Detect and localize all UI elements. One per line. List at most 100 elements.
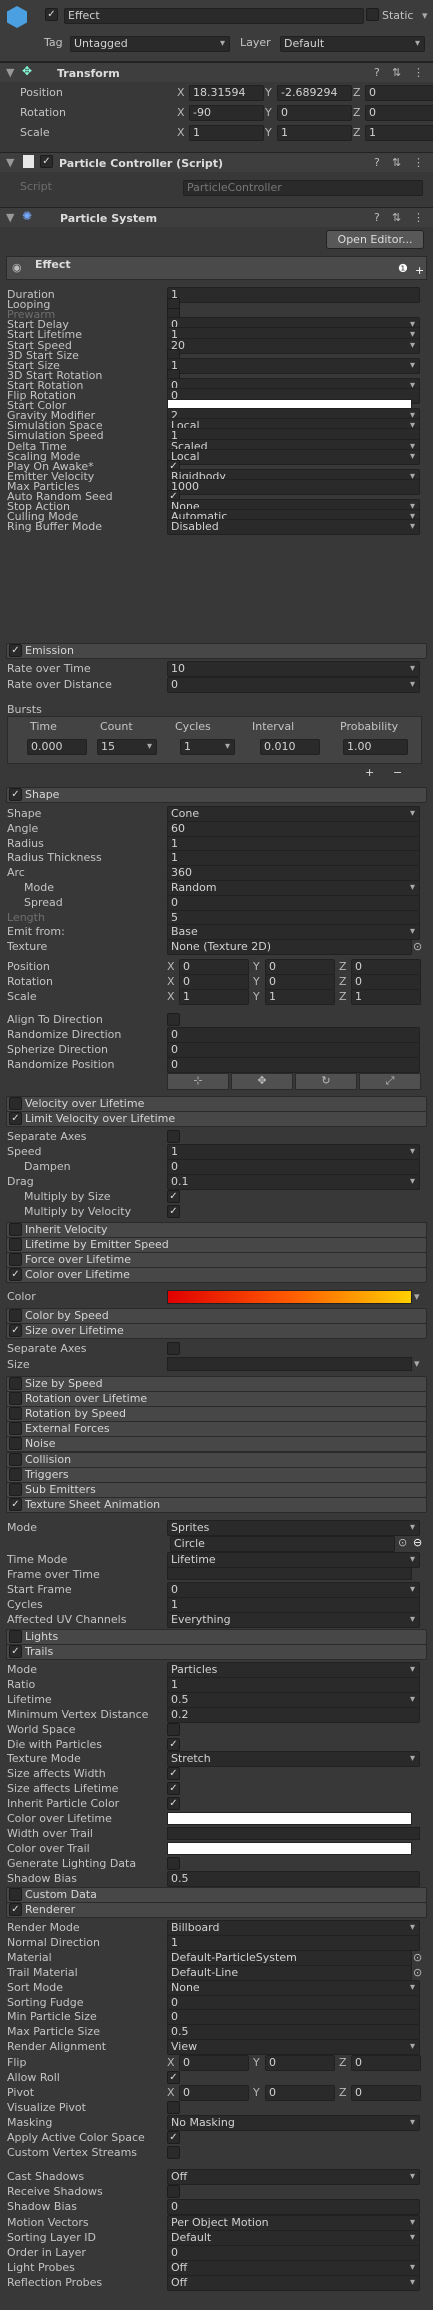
preset-icon[interactable]: ⇅ (392, 156, 401, 169)
cycles-field[interactable]: 1 (167, 1597, 420, 1613)
rate-over-time-field[interactable]: 10 (167, 661, 420, 677)
scale-z[interactable]: 1 (365, 125, 433, 141)
masking-dropdown[interactable]: No Masking (167, 2115, 420, 2131)
randomize-direction-field[interactable]: 0 (167, 1027, 420, 1043)
value-field[interactable]: 1000 (167, 478, 420, 495)
module-header[interactable] (6, 1466, 427, 1483)
speed-field[interactable]: 1 (167, 1144, 420, 1160)
module-toggle[interactable] (9, 1452, 22, 1466)
value-dropdown[interactable]: Disabled (167, 519, 420, 536)
curve-dropdown-icon[interactable]: ▾ (414, 1357, 420, 1370)
module-toggle[interactable]: ✓ (9, 1112, 22, 1125)
value-dropdown[interactable]: Particles (167, 1662, 420, 1678)
module-toggle[interactable] (9, 1223, 22, 1236)
context-menu-icon[interactable]: ⋮ (413, 66, 424, 79)
help-icon[interactable]: ? (374, 66, 380, 79)
separate-axes-checkbox[interactable] (167, 1342, 180, 1355)
object-picker-icon[interactable]: ⊙ (413, 1951, 422, 1964)
value-dropdown[interactable]: Off (167, 2275, 420, 2292)
checkbox[interactable]: ✓ (167, 1782, 180, 1796)
object-picker-icon[interactable]: ⊙ (413, 1966, 422, 1979)
value-dropdown[interactable]: 1 (167, 357, 420, 374)
foldout-arrow-icon[interactable]: ▼ (6, 211, 14, 224)
module-toggle[interactable]: ✓ (9, 788, 22, 801)
module-toggle[interactable] (9, 1377, 22, 1390)
drag-field[interactable]: 0.1 (167, 1174, 420, 1190)
shape-position-y[interactable]: 0 (265, 959, 335, 975)
active-checkbox[interactable]: ✓ (45, 8, 58, 21)
component-enabled-checkbox[interactable]: ✓ (40, 155, 53, 168)
curve-field[interactable] (167, 1826, 420, 1840)
position-x[interactable]: 18.31594 (189, 85, 264, 101)
checkbox[interactable]: ✓ (167, 1737, 180, 1751)
module-toggle[interactable]: ✓ (9, 644, 22, 657)
checkbox[interactable]: ✓ (167, 1797, 180, 1811)
align-to-direction-checkbox[interactable] (167, 1013, 180, 1026)
static-dropdown-icon[interactable]: ▾ (422, 9, 428, 22)
help-icon[interactable]: ? (374, 156, 380, 169)
value-dropdown[interactable]: Cone (167, 806, 420, 822)
size-curve-field[interactable] (167, 1357, 412, 1371)
preset-icon[interactable]: ⇅ (392, 211, 401, 224)
value-field[interactable]: 0.5 (167, 1870, 420, 1887)
transform-tool-icon[interactable]: ✥ (231, 1073, 293, 1090)
scale-tool-icon[interactable]: ⤢ (359, 1073, 421, 1090)
value-dropdown[interactable]: None (167, 1979, 420, 1996)
module-toggle[interactable] (9, 1238, 22, 1251)
value-field[interactable]: 1 (167, 850, 420, 867)
context-menu-icon[interactable]: ⋮ (413, 156, 424, 169)
shape-scale-x[interactable]: 1 (179, 989, 249, 1005)
color-swatch[interactable] (167, 1841, 412, 1855)
value-field[interactable]: 360 (167, 865, 420, 882)
dampen-field[interactable]: 0 (167, 1159, 420, 1175)
value-dropdown[interactable]: Random (167, 880, 420, 896)
flip-x[interactable]: 0 (179, 2055, 249, 2071)
value-dropdown[interactable]: 0.5 (167, 1691, 420, 1708)
shape-scale-z[interactable]: 1 (351, 989, 421, 1005)
frame-curve-field[interactable] (167, 1567, 412, 1580)
value-dropdown[interactable]: Local (167, 448, 420, 465)
help-icon[interactable]: ? (374, 211, 380, 224)
spherize-direction-field[interactable]: 0 (167, 1042, 420, 1058)
value-field[interactable]: 0 (167, 2199, 420, 2216)
static-checkbox[interactable] (366, 8, 379, 21)
module-toggle[interactable] (9, 1467, 22, 1481)
object-field[interactable]: None (Texture 2D) (167, 939, 412, 956)
burst-cell[interactable]: 1.00 (343, 739, 408, 755)
apply-active-color-space-checkbox[interactable]: ✓ (167, 2131, 180, 2144)
module-toggle[interactable] (9, 1630, 22, 1643)
rate-over-distance-field[interactable]: 0 (167, 677, 420, 693)
module-toggle[interactable] (9, 1422, 22, 1436)
value-dropdown[interactable]: View (167, 2039, 420, 2056)
module-header[interactable] (6, 1644, 427, 1660)
sprite-field[interactable]: Circle (170, 1536, 395, 1552)
module-toggle[interactable]: ✓ (9, 1645, 22, 1658)
pivot-z[interactable]: 0 (351, 2085, 421, 2101)
layer-dropdown[interactable]: Default (280, 36, 425, 52)
burst-cell[interactable]: 0.010 (260, 739, 320, 755)
module-toggle[interactable]: ✓ (9, 1497, 22, 1511)
value-dropdown[interactable]: Off (167, 2260, 420, 2277)
rotate-tool-icon[interactable]: ↻ (295, 1073, 357, 1090)
color-gradient-field[interactable] (167, 1290, 412, 1304)
object-picker-icon[interactable]: ⊙ (413, 940, 422, 953)
remove-burst-button[interactable]: − (393, 766, 402, 779)
module-toggle[interactable] (9, 1437, 22, 1451)
foldout-arrow-icon[interactable]: ▼ (6, 66, 14, 79)
plus-icon[interactable]: + (415, 264, 424, 277)
module-toggle[interactable]: ✓ (9, 1268, 22, 1281)
open-editor-button[interactable]: Open Editor... (326, 230, 424, 249)
value-field[interactable]: 0 (167, 1994, 420, 2011)
burst-cell[interactable]: 1 (180, 739, 235, 755)
value-field[interactable]: 1 (167, 1676, 420, 1693)
burst-cell[interactable]: 0.000 (27, 739, 87, 755)
value-field[interactable]: 1 (167, 1934, 420, 1951)
script-field[interactable]: ParticleController (183, 180, 423, 196)
context-menu-icon[interactable]: ⋮ (413, 211, 424, 224)
module-toggle[interactable] (9, 1253, 22, 1266)
object-field[interactable]: Default-Line (167, 1964, 412, 1981)
object-picker-icon[interactable]: ⊙ (398, 1536, 407, 1549)
shape-scale-y[interactable]: 1 (265, 989, 335, 1005)
module-toggle[interactable] (9, 1407, 22, 1421)
rotation-x[interactable]: -90 (189, 105, 264, 121)
